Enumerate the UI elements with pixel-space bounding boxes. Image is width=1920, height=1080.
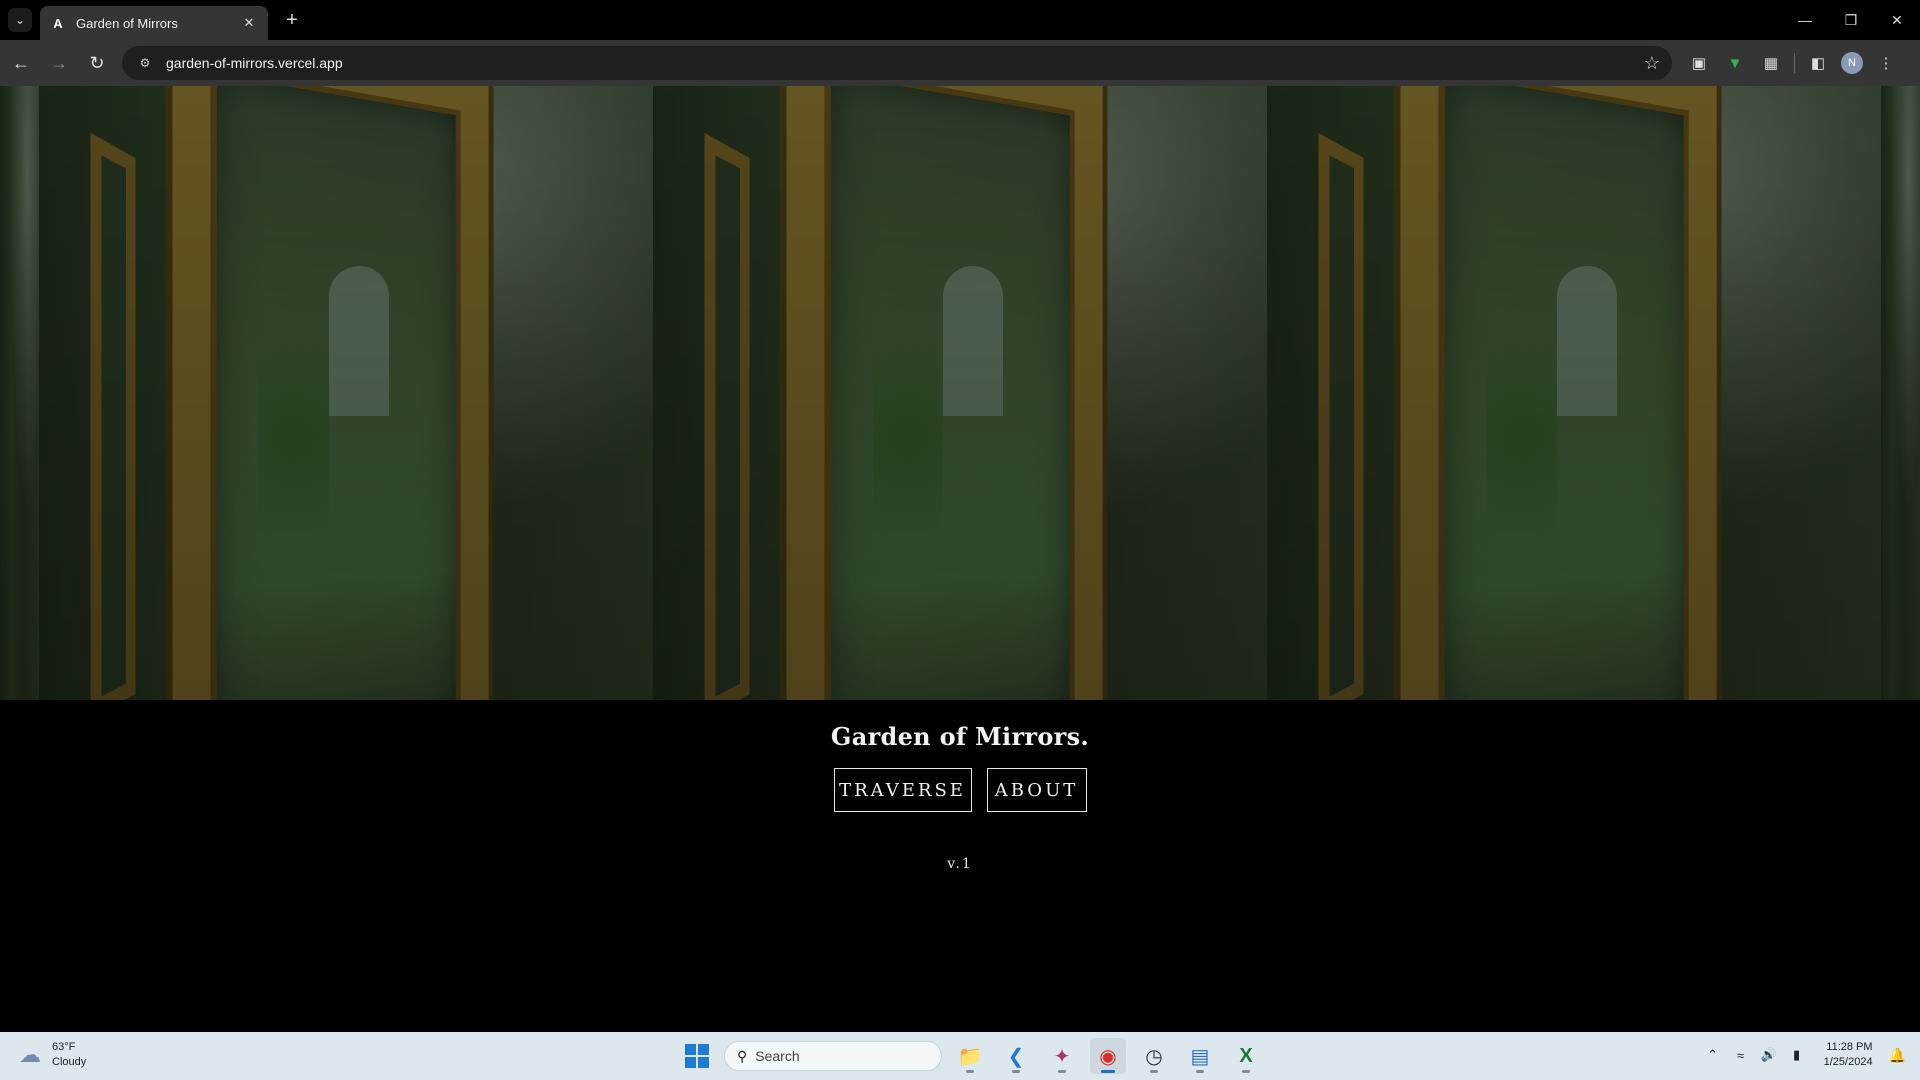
tab-favicon-icon: A [53, 15, 63, 31]
url-text[interactable]: garden-of-mirrors.vercel.app [166, 55, 343, 71]
windows-start-icon[interactable] [680, 1039, 714, 1073]
volume-icon[interactable]: 🔊 [1760, 1047, 1778, 1063]
wifi-icon[interactable]: ≈ [1732, 1048, 1750, 1063]
extensions-area: ▣ ▼ ▦ ◧ N ⋮ [1686, 46, 1899, 80]
back-arrow-icon[interactable]: ← [4, 46, 38, 80]
minimize-icon[interactable]: — [1782, 0, 1828, 40]
clock-time: 11:28 PM [1826, 1041, 1873, 1053]
tab-close-icon[interactable]: ✕ [240, 14, 258, 32]
page-viewport: Garden of Mirrors. TRAVERSE ABOUT v.1 [0, 86, 1920, 1032]
weather-temperature: 63°F [52, 1041, 76, 1053]
vscode-icon[interactable]: ❮ [998, 1038, 1034, 1074]
clock-app-icon[interactable]: ◷ [1136, 1038, 1172, 1074]
slack-icon[interactable]: ✦ [1044, 1038, 1080, 1074]
tab-title: Garden of Mirrors [76, 15, 178, 31]
file-explorer-icon[interactable]: 📁 [952, 1038, 988, 1074]
windows-taskbar: ☁ 63°F Cloudy ⚲ Search 📁 ❮ ✦ ◉ ◷ ▤ X ⌃ ≈… [0, 1032, 1920, 1080]
tab-search-chevron-down-icon[interactable]: ⌄ [8, 8, 32, 32]
about-button[interactable]: ABOUT [986, 768, 1087, 812]
site-info-icon[interactable]: ⚙ [136, 54, 154, 72]
tray-chevron-up-icon[interactable]: ⌃ [1704, 1047, 1722, 1063]
main-nav-buttons: TRAVERSE ABOUT [0, 768, 1920, 812]
hero-image-strip [0, 86, 1920, 700]
weather-condition: Cloudy [52, 1056, 87, 1068]
chrome-icon[interactable]: ◉ [1090, 1038, 1126, 1074]
window-close-icon[interactable]: ✕ [1874, 0, 1920, 40]
hero-panel-edge-right [1881, 86, 1920, 700]
site-title: Garden of Mirrors. [830, 722, 1090, 751]
browser-toolbar: ← → ↻ ⚙ garden-of-mirrors.vercel.app ☆ ▣… [0, 40, 1920, 86]
weather-widget[interactable]: ☁ 63°F Cloudy [16, 1040, 86, 1070]
taskbar-apps: ⚲ Search 📁 ❮ ✦ ◉ ◷ ▤ X [680, 1038, 1264, 1074]
extensions-puzzle-icon[interactable]: ▦ [1758, 50, 1784, 76]
cloud-icon: ☁ [19, 1042, 41, 1067]
toolbar-divider [1794, 53, 1795, 73]
restore-icon[interactable]: ❐ [1828, 0, 1874, 40]
excel-icon[interactable]: X [1228, 1038, 1264, 1074]
address-bar[interactable]: ⚙ garden-of-mirrors.vercel.app ☆ [122, 46, 1672, 80]
traverse-button[interactable]: TRAVERSE [833, 768, 972, 812]
vpn-extension-icon[interactable]: ▼ [1722, 50, 1748, 76]
browser-tab-bar: ⌄ A Garden of Mirrors ✕ + — ❐ ✕ [0, 0, 1920, 40]
clock-date: 1/25/2024 [1823, 1056, 1873, 1068]
hero-mirror-panel [39, 86, 653, 700]
bookmark-star-icon[interactable]: ☆ [1644, 53, 1660, 74]
notification-bell-icon[interactable]: 🔔 [1889, 1047, 1906, 1064]
reload-icon[interactable]: ↻ [80, 46, 114, 80]
new-tab-plus-icon[interactable]: + [280, 8, 304, 32]
profile-avatar[interactable]: N [1841, 52, 1863, 74]
system-clock[interactable]: 11:28 PM 1/25/2024 [1824, 1040, 1873, 1070]
taskbar-search-box[interactable]: ⚲ Search [724, 1041, 942, 1071]
version-label: v.1 [947, 856, 973, 872]
hero-mirror-panel [653, 86, 1267, 700]
hero-panel-edge-left [0, 86, 39, 700]
notepad-icon[interactable]: ▤ [1182, 1038, 1218, 1074]
search-icon: ⚲ [737, 1047, 748, 1064]
side-panel-icon[interactable]: ◧ [1805, 50, 1831, 76]
window-controls: — ❐ ✕ [1782, 0, 1920, 40]
battery-icon[interactable]: ▮ [1788, 1047, 1806, 1063]
taskbar-search-placeholder: Search [755, 1048, 800, 1064]
forward-arrow-icon[interactable]: → [42, 46, 76, 80]
more-menu-icon[interactable]: ⋮ [1873, 50, 1899, 76]
extension-icon[interactable]: ▣ [1686, 50, 1712, 76]
hero-mirror-panel [1267, 86, 1881, 700]
active-tab[interactable]: A Garden of Mirrors ✕ [40, 6, 268, 40]
system-tray: ⌃ ≈ 🔊 ▮ 11:28 PM 1/25/2024 🔔 [1704, 1040, 1906, 1070]
